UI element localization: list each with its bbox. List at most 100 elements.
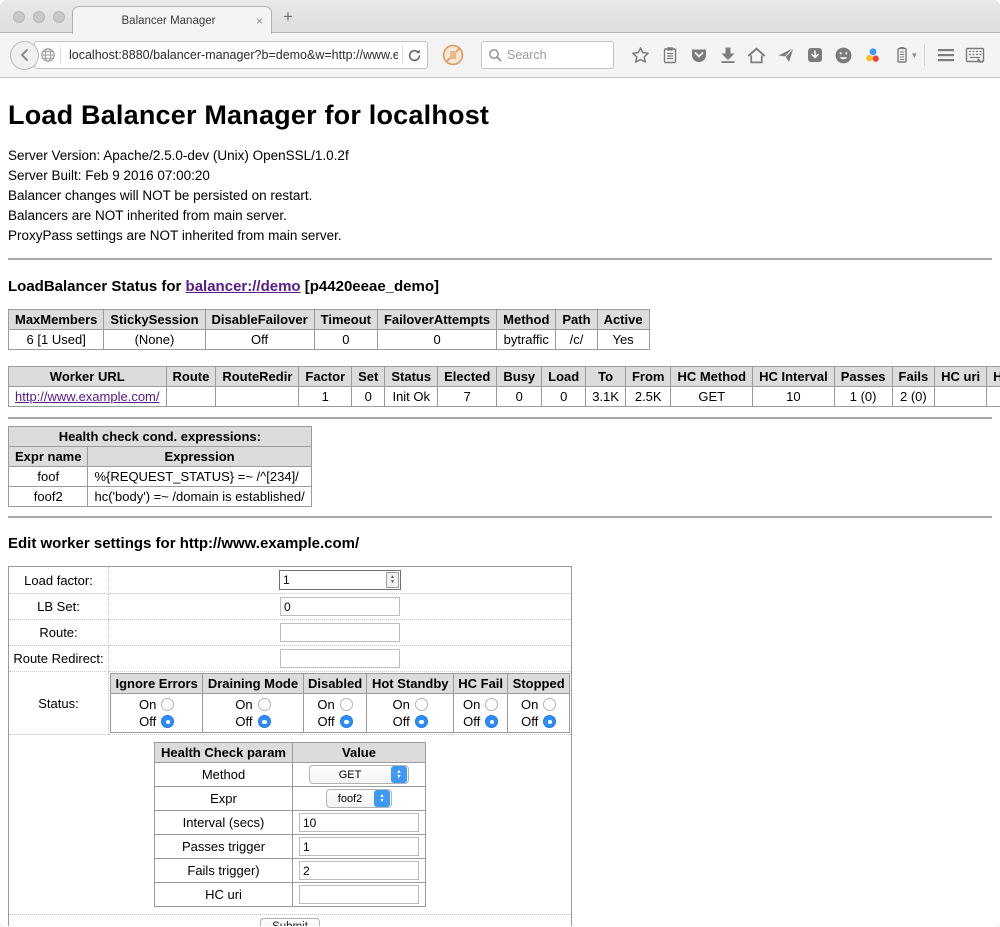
radio-off[interactable] (258, 715, 271, 728)
page-content: Load Balancer Manager for localhost Serv… (0, 78, 1000, 926)
load-factor-input[interactable] (280, 573, 386, 587)
cell: Yes (597, 330, 649, 350)
header-cell: From (625, 367, 671, 387)
cell: 2 (0) (892, 387, 935, 407)
zoom-window-button[interactable] (53, 11, 65, 23)
url-bar[interactable]: localhost:8880/balancer-manager?b=demo&w… (34, 41, 428, 69)
header-cell: HC Interval (753, 367, 835, 387)
cell: 0 (314, 330, 377, 350)
hc-uri-input[interactable] (299, 885, 419, 904)
tab-balancer-manager[interactable]: Balancer Manager × (72, 6, 272, 34)
tab-close-icon[interactable]: × (256, 15, 263, 27)
cell: foof2 (987, 387, 1000, 407)
header-cell: DisableFailover (205, 310, 314, 330)
new-tab-button[interactable]: + (283, 7, 293, 27)
url-text[interactable]: localhost:8880/balancer-manager?b=demo&w… (65, 48, 398, 62)
bookmark-star-button[interactable] (626, 41, 655, 70)
hc-method-value-cell: GET▲▼ (293, 763, 426, 787)
route-redirect-label: Route Redirect: (9, 646, 109, 672)
header-cell: Factor (299, 367, 352, 387)
colored-dots-icon (863, 46, 882, 65)
themes-button[interactable] (858, 41, 887, 70)
number-stepper-icon[interactable]: ▲▼ (386, 572, 399, 588)
hc-uri-label: HC uri (155, 883, 293, 907)
route-label: Route: (9, 620, 109, 646)
route-input[interactable] (280, 623, 400, 642)
form-row-lb-set: LB Set: (9, 594, 571, 620)
header-cell: HC Fail (453, 674, 507, 694)
home-button[interactable] (742, 41, 771, 70)
minimize-window-button[interactable] (33, 11, 45, 23)
reading-list-button[interactable] (655, 41, 684, 70)
submit-button[interactable]: Submit (260, 918, 320, 926)
browser-window: Balancer Manager × + localhost:8880/bala… (0, 0, 1000, 927)
divider (8, 417, 992, 419)
status-cell-stopped: On Off (508, 694, 570, 733)
header-cell: Fails (892, 367, 935, 387)
worker-url-link[interactable]: http://www.example.com/ (15, 389, 160, 404)
header-cell: Busy (497, 367, 542, 387)
radio-off[interactable] (340, 715, 353, 728)
status-cell-ignore-errors: On Off (111, 694, 203, 733)
adblock-button[interactable] (438, 41, 467, 70)
share-button[interactable] (771, 41, 800, 70)
window-controls (13, 11, 65, 23)
smiley-icon (834, 46, 853, 65)
radio-off[interactable] (415, 715, 428, 728)
hc-fails-input[interactable] (299, 861, 419, 880)
tab-bar: Balancer Manager × + (0, 0, 1000, 33)
balancer-link[interactable]: balancer://demo (186, 278, 301, 295)
star-icon (631, 46, 650, 65)
hc-interval-input[interactable] (299, 813, 419, 832)
reload-icon[interactable] (407, 48, 422, 63)
pocket-button[interactable] (684, 41, 713, 70)
radio-off[interactable] (543, 715, 556, 728)
extension-button[interactable] (961, 41, 990, 70)
route-redirect-input[interactable] (280, 649, 400, 668)
radio-on-label: On (463, 697, 480, 712)
header-cell: Draining Mode (203, 674, 303, 694)
search-bar[interactable]: Search (481, 41, 614, 69)
cell: (None) (104, 330, 205, 350)
radio-on[interactable] (258, 698, 271, 711)
hc-param-table: Health Check param Value Method GET▲▼ Ex… (154, 742, 426, 907)
cell (216, 387, 299, 407)
clipboard-icon (661, 46, 679, 64)
radio-off[interactable] (161, 715, 174, 728)
panel-button[interactable] (800, 41, 829, 70)
radio-on[interactable] (340, 698, 353, 711)
server-info: Server Version: Apache/2.5.0-dev (Unix) … (8, 146, 992, 246)
radio-off[interactable] (485, 715, 498, 728)
radio-on[interactable] (485, 698, 498, 711)
header-cell: Health Check param (155, 743, 293, 763)
block-icon (442, 44, 464, 66)
hc-interval-value-cell (293, 811, 426, 835)
submit-cell: Submit (9, 915, 571, 926)
caret-down-icon[interactable]: ▾ (912, 50, 917, 61)
radio-on[interactable] (543, 698, 556, 711)
worker-url-cell: http://www.example.com/ (9, 387, 167, 407)
feedback-button[interactable] (829, 41, 858, 70)
server-info-line: Server Built: Feb 9 2016 07:00:20 (8, 166, 992, 186)
back-button[interactable] (10, 41, 39, 70)
hc-expr-select[interactable]: foof2▲▼ (326, 789, 392, 808)
radio-on-label: On (521, 697, 538, 712)
header-cell: Value (293, 743, 426, 763)
radio-on[interactable] (415, 698, 428, 711)
cell: GET (671, 387, 753, 407)
hc-row-method: Method GET▲▼ (155, 763, 426, 787)
radio-on[interactable] (161, 698, 174, 711)
form-row-hc-params: Health Check param Value Method GET▲▼ Ex… (9, 735, 571, 915)
downloads-button[interactable] (713, 41, 742, 70)
tab-title: Balancer Manager (81, 15, 256, 27)
lb-set-input[interactable] (280, 597, 400, 616)
status-cell-hc-fail: On Off (453, 694, 507, 733)
close-window-button[interactable] (13, 11, 25, 23)
hc-method-select[interactable]: GET▲▼ (309, 765, 409, 784)
hc-passes-input[interactable] (299, 837, 419, 856)
server-info-line: Balancers are NOT inherited from main se… (8, 206, 992, 226)
menu-button[interactable] (932, 41, 961, 70)
table-header-row: Worker URL Route RouteRedir Factor Set S… (9, 367, 1000, 387)
divider (8, 258, 992, 260)
cell: 3.1K (586, 387, 626, 407)
